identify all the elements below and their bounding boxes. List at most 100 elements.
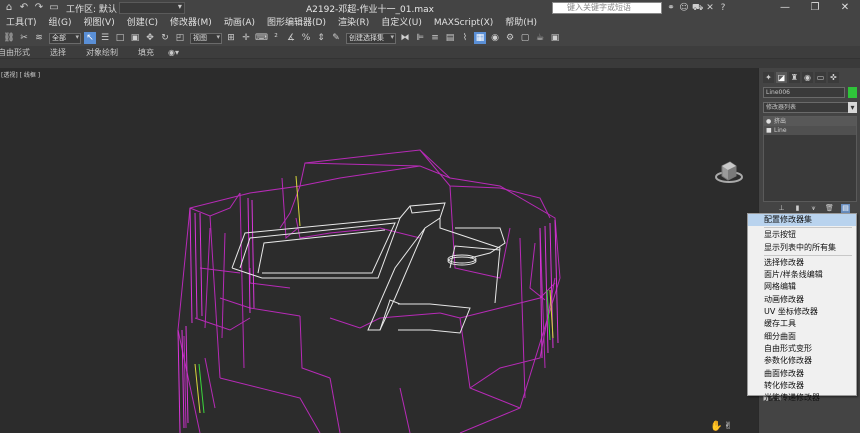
spinner-snap-icon[interactable]: ⇕ bbox=[315, 32, 327, 44]
app-menu-icon[interactable]: ⌂ bbox=[3, 2, 15, 14]
render-icon[interactable]: ☕ bbox=[534, 32, 546, 44]
pin-stack-icon[interactable]: ⊥ bbox=[777, 204, 786, 213]
ribbon-tab-0[interactable]: 自由形式 bbox=[0, 47, 40, 58]
move-icon[interactable]: ✥ bbox=[144, 32, 156, 44]
context-menu-item[interactable]: 光能传递修改器 bbox=[748, 392, 856, 404]
open-file-icon[interactable]: ▭ bbox=[48, 2, 60, 14]
context-menu-item[interactable]: 自由形式变形 bbox=[748, 343, 856, 355]
context-menu-item[interactable]: 动画修改器 bbox=[748, 294, 856, 306]
manipulate-icon[interactable]: ✛ bbox=[240, 32, 252, 44]
context-menu-item[interactable]: UV 坐标修改器 bbox=[748, 306, 856, 318]
context-menu-item[interactable]: 面片/样条线编辑 bbox=[748, 269, 856, 281]
pivot-icon[interactable]: ⊞ bbox=[225, 32, 237, 44]
window-crossing-icon[interactable]: ▣ bbox=[129, 32, 141, 44]
context-menu-item[interactable]: 曲面修改器 bbox=[748, 368, 856, 380]
minimize-button[interactable]: — bbox=[770, 0, 800, 16]
modify-tab-icon[interactable]: ◪ bbox=[776, 72, 787, 83]
selection-filter-dropdown[interactable]: 全部 bbox=[49, 32, 81, 44]
menu-item-9[interactable]: MAXScript(X) bbox=[428, 16, 499, 30]
undo-icon[interactable]: ↶ bbox=[18, 2, 30, 14]
search-input[interactable]: 键入关键字或短语 bbox=[552, 2, 662, 14]
menu-item-10[interactable]: 帮助(H) bbox=[499, 16, 543, 30]
configure-modifier-sets-icon[interactable]: ▤ bbox=[841, 204, 850, 213]
show-end-result-icon[interactable]: ▮ bbox=[793, 204, 802, 213]
select-by-name-icon[interactable]: ☰ bbox=[99, 32, 111, 44]
workspace-dropdown[interactable] bbox=[118, 2, 185, 14]
binoculars-icon[interactable]: ⚭ bbox=[666, 2, 676, 14]
menu-item-1[interactable]: 组(G) bbox=[43, 16, 78, 30]
layer-icon[interactable]: ≡ bbox=[429, 32, 441, 44]
object-name-field[interactable]: Line006 bbox=[763, 87, 845, 98]
menu-item-7[interactable]: 渲染(R) bbox=[332, 16, 375, 30]
modifier-list-dropdown[interactable]: 修改器列表 bbox=[763, 102, 857, 113]
align-icon[interactable]: ⊫ bbox=[414, 32, 426, 44]
hand-pan-icon[interactable]: ✋ bbox=[710, 420, 722, 433]
cart-icon[interactable]: ⛟ bbox=[692, 2, 703, 14]
ribbon-tab-3[interactable]: 填充 bbox=[128, 47, 164, 58]
menu-item-3[interactable]: 创建(C) bbox=[121, 16, 164, 30]
curve-editor-icon[interactable]: ⌇ bbox=[459, 32, 471, 44]
ribbon-tab-1[interactable]: 选择 bbox=[40, 47, 76, 58]
keyboard-shortcut-icon[interactable]: ⌨ bbox=[255, 32, 268, 44]
motion-tab-icon[interactable]: ◉ bbox=[802, 72, 813, 83]
context-menu-item[interactable]: 细分曲面 bbox=[748, 331, 856, 343]
stack-item-line[interactable]: ■ Line bbox=[764, 126, 856, 135]
rect-region-icon[interactable]: □ bbox=[114, 32, 126, 44]
render-frame-icon[interactable]: ▢ bbox=[519, 32, 531, 44]
menu-item-2[interactable]: 视图(V) bbox=[78, 16, 121, 30]
redo-icon[interactable]: ↷ bbox=[33, 2, 45, 14]
menu-item-4[interactable]: 修改器(M) bbox=[164, 16, 218, 30]
viewcube[interactable] bbox=[714, 156, 744, 186]
create-tab-icon[interactable]: ✦ bbox=[763, 72, 774, 83]
material-editor-icon[interactable]: ◉ bbox=[489, 32, 501, 44]
angle-snap-icon[interactable]: ∡ bbox=[285, 32, 297, 44]
mirror-icon[interactable]: ⧓ bbox=[399, 32, 411, 44]
render-cloud-icon[interactable]: ▣ bbox=[549, 32, 561, 44]
menu-item-0[interactable]: 工具(T) bbox=[0, 16, 43, 30]
edit-named-selection-icon[interactable]: ✎ bbox=[330, 32, 342, 44]
make-unique-icon[interactable]: ⩛ bbox=[809, 204, 818, 213]
bind-space-warp-icon[interactable]: ≋ bbox=[33, 32, 45, 44]
help-icon[interactable]: ? bbox=[718, 2, 728, 14]
schematic-view-icon[interactable]: ▦ bbox=[474, 32, 486, 44]
close-button[interactable]: ✕ bbox=[830, 0, 860, 16]
utilities-tab-icon[interactable]: ✜ bbox=[828, 72, 839, 83]
context-menu-item[interactable]: 网格编辑 bbox=[748, 281, 856, 293]
named-selection-dropdown[interactable]: 创建选择集 bbox=[346, 32, 396, 44]
context-menu-item[interactable]: 缓存工具 bbox=[748, 318, 856, 330]
rotate-icon[interactable]: ↻ bbox=[159, 32, 171, 44]
workspace-selector[interactable]: 工作区: 默认 bbox=[66, 2, 185, 15]
user-icon[interactable]: ☺ bbox=[679, 2, 689, 14]
object-color-swatch[interactable] bbox=[848, 87, 857, 98]
restore-button[interactable]: ❐ bbox=[800, 0, 830, 16]
exchange-icon[interactable]: ✕ bbox=[705, 2, 715, 14]
display-tab-icon[interactable]: ▭ bbox=[815, 72, 826, 83]
menu-item-8[interactable]: 自定义(U) bbox=[375, 16, 428, 30]
unlink-icon[interactable]: ✂ bbox=[18, 32, 30, 44]
ribbon-options-icon[interactable]: ◉▾ bbox=[164, 48, 179, 57]
context-menu-item[interactable]: 转化修改器 bbox=[748, 380, 856, 392]
context-menu-item[interactable]: 显示列表中的所有集 bbox=[748, 242, 856, 254]
scale-icon[interactable]: ◰ bbox=[174, 32, 186, 44]
snap-icon[interactable]: ² bbox=[270, 32, 282, 44]
percent-snap-icon[interactable]: % bbox=[300, 32, 312, 44]
context-menu-item[interactable]: 配置修改器集 bbox=[748, 214, 856, 227]
render-setup-icon[interactable]: ⚙ bbox=[504, 32, 516, 44]
perspective-viewport[interactable]: [透视] [ 线框 ] bbox=[0, 68, 758, 433]
remove-modifier-icon[interactable]: 🗑 bbox=[825, 204, 834, 213]
context-menu-item[interactable]: 显示按钮 bbox=[748, 229, 856, 241]
reference-coordinate-dropdown[interactable]: 视图 bbox=[190, 32, 222, 44]
scene-explorer-icon[interactable]: ▤ bbox=[444, 32, 456, 44]
orbit-icon[interactable]: ✌ bbox=[724, 420, 734, 433]
light-bulb-icon[interactable]: ● bbox=[766, 117, 771, 126]
hierarchy-tab-icon[interactable]: ♜ bbox=[789, 72, 800, 83]
select-object-icon[interactable]: ↖ bbox=[84, 32, 96, 44]
menu-item-5[interactable]: 动画(A) bbox=[218, 16, 261, 30]
context-menu-item[interactable]: 选择修改器 bbox=[748, 257, 856, 269]
ribbon-tab-2[interactable]: 对象绘制 bbox=[76, 47, 128, 58]
menu-item-6[interactable]: 图形编辑器(D) bbox=[261, 16, 332, 30]
expand-icon[interactable]: ■ bbox=[766, 126, 772, 135]
stack-item-extrude[interactable]: ● 挤出 bbox=[764, 117, 856, 126]
context-menu-item[interactable]: 参数化修改器 bbox=[748, 355, 856, 367]
link-icon[interactable]: ⛓ bbox=[3, 32, 15, 44]
